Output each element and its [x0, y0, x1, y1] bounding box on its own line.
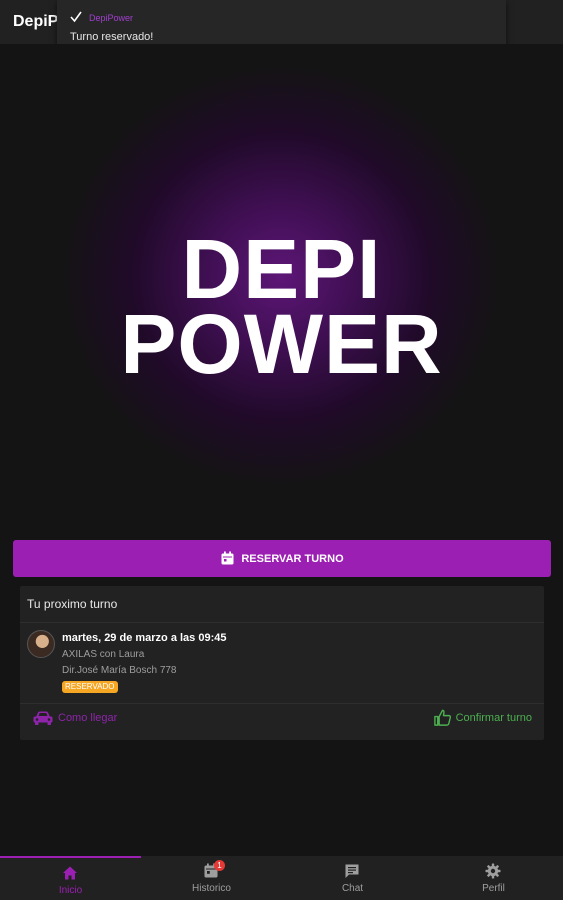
- nav-item-historico[interactable]: 1 Historico: [141, 856, 282, 900]
- notification-badge: 1: [214, 860, 225, 871]
- app-title: DepiPower: [13, 13, 59, 30]
- home-icon: [63, 866, 77, 880]
- calendar-icon: [221, 551, 234, 565]
- avatar: [27, 630, 55, 658]
- nav-item-perfil[interactable]: Perfil: [423, 856, 563, 900]
- bottom-nav: Inicio 1 Historico Chat Perfil: [0, 856, 563, 900]
- appointment-address: Dir.José María Bosch 778: [62, 665, 177, 676]
- divider: [20, 703, 544, 704]
- confirm-label: Confirmar turno: [455, 711, 532, 724]
- chat-icon: [345, 864, 359, 878]
- status-badge: RESERVADO: [62, 681, 118, 693]
- reserve-appointment-button[interactable]: RESERVAR TURNO: [13, 540, 551, 577]
- thumbs-up-icon: [433, 709, 451, 726]
- nav-item-chat[interactable]: Chat: [282, 856, 423, 900]
- card-title: Tu proximo turno: [27, 597, 118, 611]
- next-appointment-card: Tu proximo turno martes, 29 de marzo a l…: [20, 586, 544, 740]
- confirm-appointment-button[interactable]: Confirmar turno: [433, 708, 532, 727]
- card-header: Tu proximo turno: [20, 586, 544, 623]
- hero-banner: DEPI POWER: [0, 44, 563, 540]
- reserve-button-label: RESERVAR TURNO: [241, 552, 344, 565]
- directions-button[interactable]: Como llegar: [32, 710, 117, 726]
- nav-label-perfil: Perfil: [482, 883, 505, 894]
- nav-label-chat: Chat: [341, 883, 364, 894]
- logo-line-2: POWER: [120, 297, 443, 391]
- gear-icon: [485, 863, 501, 879]
- appointment-date: martes, 29 de marzo a las 09:45: [62, 632, 227, 644]
- directions-label: Como llegar: [58, 712, 118, 724]
- nav-label-inicio: Inicio: [58, 885, 83, 896]
- appointment-service: AXILAS con Laura: [62, 649, 145, 660]
- car-icon: [33, 711, 53, 725]
- check-icon: [70, 11, 82, 23]
- nav-item-inicio[interactable]: Inicio: [0, 856, 141, 900]
- nav-label-historico: Historico: [192, 883, 231, 894]
- toast-app-name: DepiPower: [89, 13, 134, 23]
- toast-message: Turno reservado!: [70, 31, 154, 43]
